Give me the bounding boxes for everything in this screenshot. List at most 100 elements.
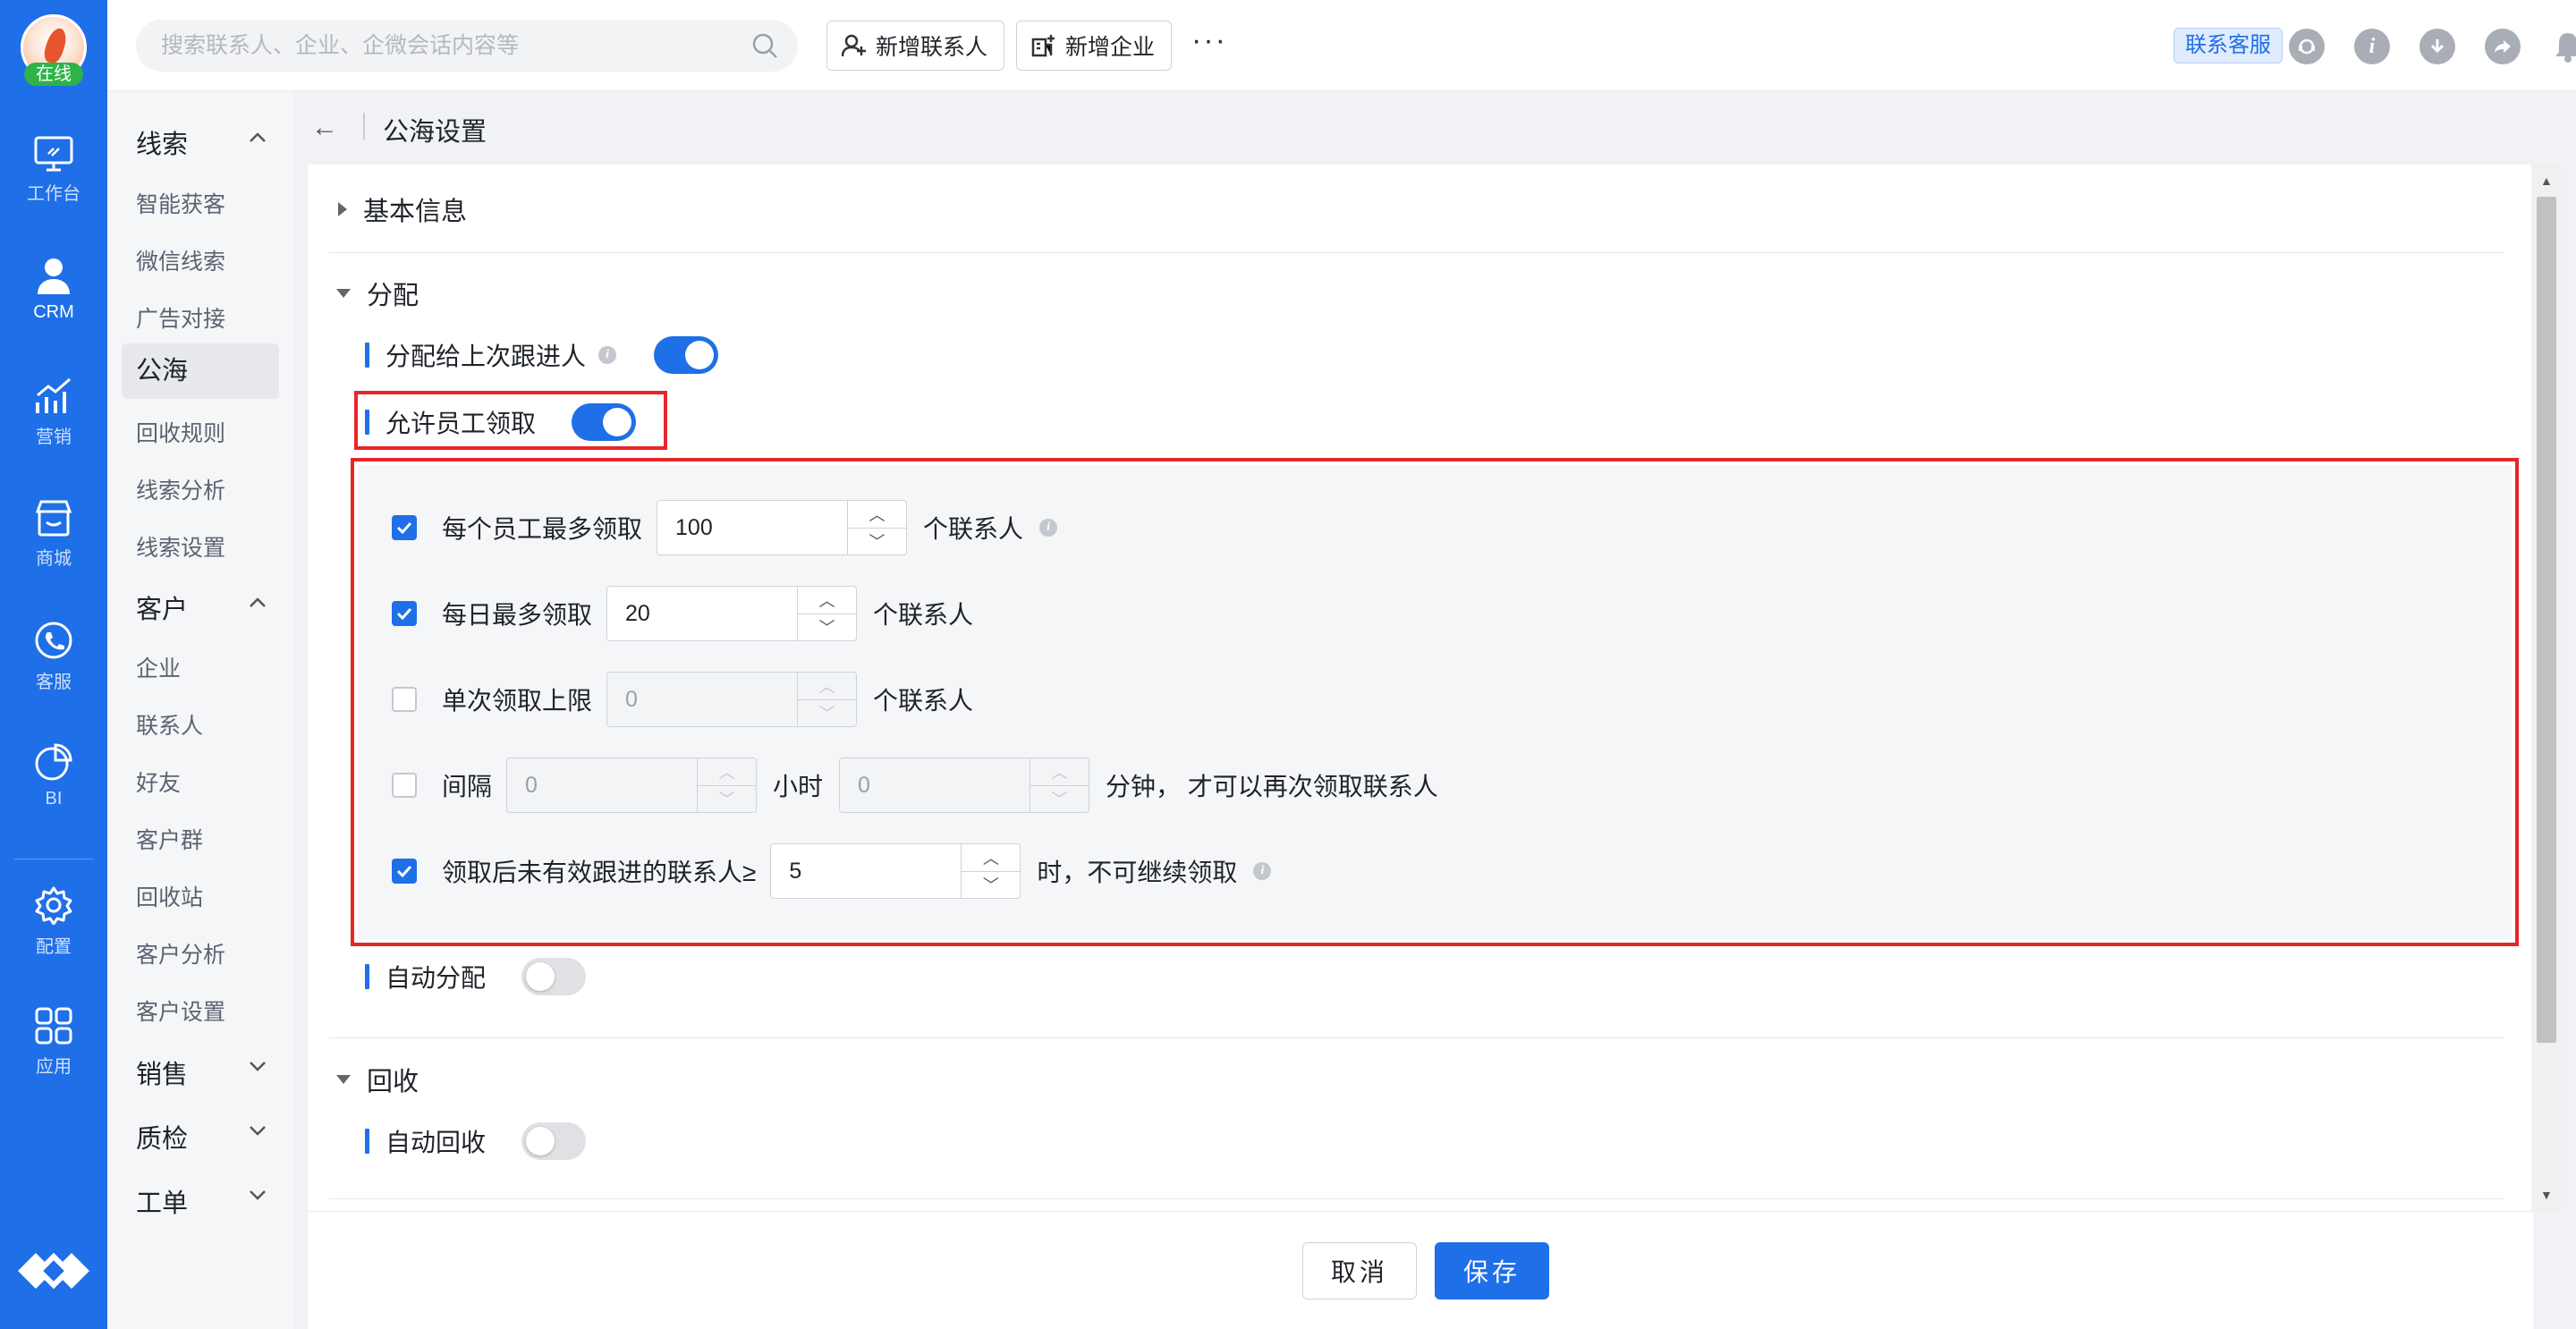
customer-service-badge[interactable]: 联系客服 bbox=[2174, 28, 2283, 63]
menu-item-lead-settings[interactable]: 线索设置 bbox=[136, 530, 225, 563]
increment-icon[interactable]: ︿ bbox=[1030, 758, 1089, 786]
bell-icon[interactable] bbox=[2550, 29, 2576, 64]
rule-max-per-employee: 每个员工最多领取 ︿﹀ 个联系人 i bbox=[392, 500, 1058, 555]
scroll-up-arrow-icon[interactable]: ▲ bbox=[2540, 174, 2553, 188]
rule-checkbox[interactable] bbox=[392, 601, 417, 626]
section-assign[interactable]: 分配 bbox=[336, 275, 419, 312]
menu-item-customer-settings[interactable]: 客户设置 bbox=[136, 995, 225, 1027]
menu-item-contacts[interactable]: 联系人 bbox=[136, 708, 203, 741]
rail-item-mall[interactable]: 商城 bbox=[0, 479, 107, 587]
check-icon bbox=[396, 521, 412, 534]
menu-item-friends[interactable]: 好友 bbox=[136, 766, 181, 798]
pie-chart-icon bbox=[35, 743, 72, 781]
search-icon[interactable] bbox=[751, 32, 778, 59]
increment-icon[interactable]: ︿ bbox=[798, 673, 857, 700]
rail-item-config[interactable]: 配置 bbox=[0, 866, 107, 973]
daily-max-stepper[interactable]: ︿﹀ bbox=[606, 586, 858, 641]
caret-right-icon bbox=[338, 202, 347, 216]
cancel-button[interactable]: 取消 bbox=[1302, 1242, 1417, 1299]
stepper-value[interactable] bbox=[607, 673, 798, 726]
rule-checkbox[interactable] bbox=[392, 687, 417, 712]
download-icon[interactable] bbox=[2419, 29, 2455, 64]
menu-group-customers[interactable]: 客户 bbox=[136, 588, 188, 626]
headset-icon[interactable] bbox=[2289, 29, 2325, 64]
add-person-icon bbox=[842, 34, 866, 57]
menu-item-recycle-bin[interactable]: 回收站 bbox=[136, 880, 203, 912]
auto-recycle-toggle[interactable] bbox=[521, 1122, 587, 1160]
interval-hours-stepper[interactable]: ︿﹀ bbox=[506, 758, 758, 813]
menu-group-sales[interactable]: 销售 bbox=[136, 1054, 188, 1091]
rail-item-workbench[interactable]: 工作台 bbox=[0, 116, 107, 224]
info-icon[interactable]: i bbox=[2354, 29, 2390, 64]
rail-item-crm[interactable]: CRM bbox=[0, 238, 107, 345]
section-recycle[interactable]: 回收 bbox=[336, 1061, 419, 1098]
menu-item-companies[interactable]: 企业 bbox=[136, 651, 181, 683]
check-icon bbox=[396, 865, 412, 877]
chevron-up-icon[interactable] bbox=[249, 596, 267, 608]
chevron-down-icon[interactable] bbox=[249, 1189, 267, 1202]
decrement-icon[interactable]: ﹀ bbox=[1030, 786, 1089, 813]
info-icon[interactable]: i bbox=[1039, 519, 1058, 537]
menu-item-lead-analysis[interactable]: 线索分析 bbox=[136, 473, 225, 505]
accent-bar bbox=[365, 1129, 369, 1154]
increment-icon[interactable]: ︿ bbox=[848, 501, 907, 529]
menu-item-smart-acquire[interactable]: 智能获客 bbox=[136, 187, 225, 219]
rule-daily-max: 每日最多领取 ︿﹀ 个联系人 bbox=[392, 586, 989, 641]
unfollowed-limit-stepper[interactable]: ︿﹀ bbox=[770, 843, 1021, 899]
scrollbar-thumb[interactable] bbox=[2537, 197, 2556, 1043]
decrement-icon[interactable]: ﹀ bbox=[962, 872, 1020, 899]
info-icon[interactable]: i bbox=[1253, 862, 1272, 880]
rule-checkbox[interactable] bbox=[392, 515, 417, 540]
allow-claim-toggle[interactable] bbox=[572, 403, 637, 441]
rail-item-bi[interactable]: BI bbox=[0, 723, 107, 830]
menu-item-wechat-leads[interactable]: 微信线索 bbox=[136, 244, 225, 276]
decrement-icon[interactable]: ﹀ bbox=[698, 786, 756, 813]
stepper-value[interactable] bbox=[607, 587, 798, 640]
info-icon[interactable]: i bbox=[598, 346, 617, 364]
single-claim-limit-stepper[interactable]: ︿﹀ bbox=[606, 672, 858, 727]
rule-label: 单次领取上限 bbox=[442, 687, 593, 715]
assign-last-follower-toggle[interactable] bbox=[654, 336, 719, 374]
menu-item-customer-analysis[interactable]: 客户分析 bbox=[136, 937, 225, 969]
section-basic-info[interactable]: 基本信息 bbox=[338, 190, 467, 228]
decrement-icon[interactable]: ﹀ bbox=[848, 529, 906, 555]
menu-group-leads[interactable]: 线索 bbox=[136, 123, 188, 161]
menu-group-quality[interactable]: 质检 bbox=[136, 1118, 188, 1155]
increment-icon[interactable]: ︿ bbox=[698, 758, 757, 786]
menu-item-customer-groups[interactable]: 客户群 bbox=[136, 823, 203, 855]
stepper-value[interactable] bbox=[840, 758, 1030, 812]
auto-assign-toggle[interactable] bbox=[521, 958, 587, 995]
menu-item-ad-integration[interactable]: 广告对接 bbox=[136, 301, 225, 334]
rule-checkbox[interactable] bbox=[392, 773, 417, 798]
rail-item-marketing[interactable]: 营销 bbox=[0, 358, 107, 465]
back-arrow-icon[interactable]: ← bbox=[311, 113, 338, 143]
rail-item-service[interactable]: 客服 bbox=[0, 601, 107, 708]
save-button[interactable]: 保存 bbox=[1435, 1242, 1549, 1299]
decrement-icon[interactable]: ﹀ bbox=[798, 700, 856, 727]
stepper-value[interactable] bbox=[771, 844, 962, 898]
vertical-scrollbar[interactable]: ▲ ▼ bbox=[2531, 165, 2562, 1211]
menu-item-recycle-rules[interactable]: 回收规则 bbox=[136, 416, 225, 448]
increment-icon[interactable]: ︿ bbox=[798, 587, 857, 614]
menu-group-tickets[interactable]: 工单 bbox=[136, 1182, 188, 1220]
more-actions-button[interactable]: ··· bbox=[1191, 23, 1227, 58]
rule-checkbox[interactable] bbox=[392, 859, 417, 884]
rule-label: 每个员工最多领取 bbox=[442, 515, 643, 543]
menu-item-public-pool[interactable]: 公海 bbox=[122, 343, 279, 399]
max-per-employee-stepper[interactable]: ︿﹀ bbox=[657, 500, 908, 555]
scroll-down-arrow-icon[interactable]: ▼ bbox=[2540, 1188, 2553, 1202]
add-contact-button[interactable]: 新增联系人 bbox=[826, 21, 1005, 71]
interval-minutes-stepper[interactable]: ︿﹀ bbox=[839, 758, 1090, 813]
stepper-value[interactable] bbox=[507, 758, 698, 812]
chevron-down-icon[interactable] bbox=[249, 1061, 267, 1073]
rule-label: 每日最多领取 bbox=[442, 601, 593, 629]
chevron-down-icon[interactable] bbox=[249, 1125, 267, 1138]
global-search-input[interactable] bbox=[136, 20, 798, 72]
increment-icon[interactable]: ︿ bbox=[962, 844, 1021, 872]
add-company-button[interactable]: 新增企业 bbox=[1016, 21, 1173, 71]
rail-item-apps[interactable]: 应用 bbox=[0, 987, 107, 1095]
stepper-value[interactable] bbox=[657, 501, 848, 554]
share-icon[interactable] bbox=[2485, 29, 2521, 64]
chevron-up-icon[interactable] bbox=[249, 131, 267, 143]
decrement-icon[interactable]: ﹀ bbox=[798, 614, 856, 641]
